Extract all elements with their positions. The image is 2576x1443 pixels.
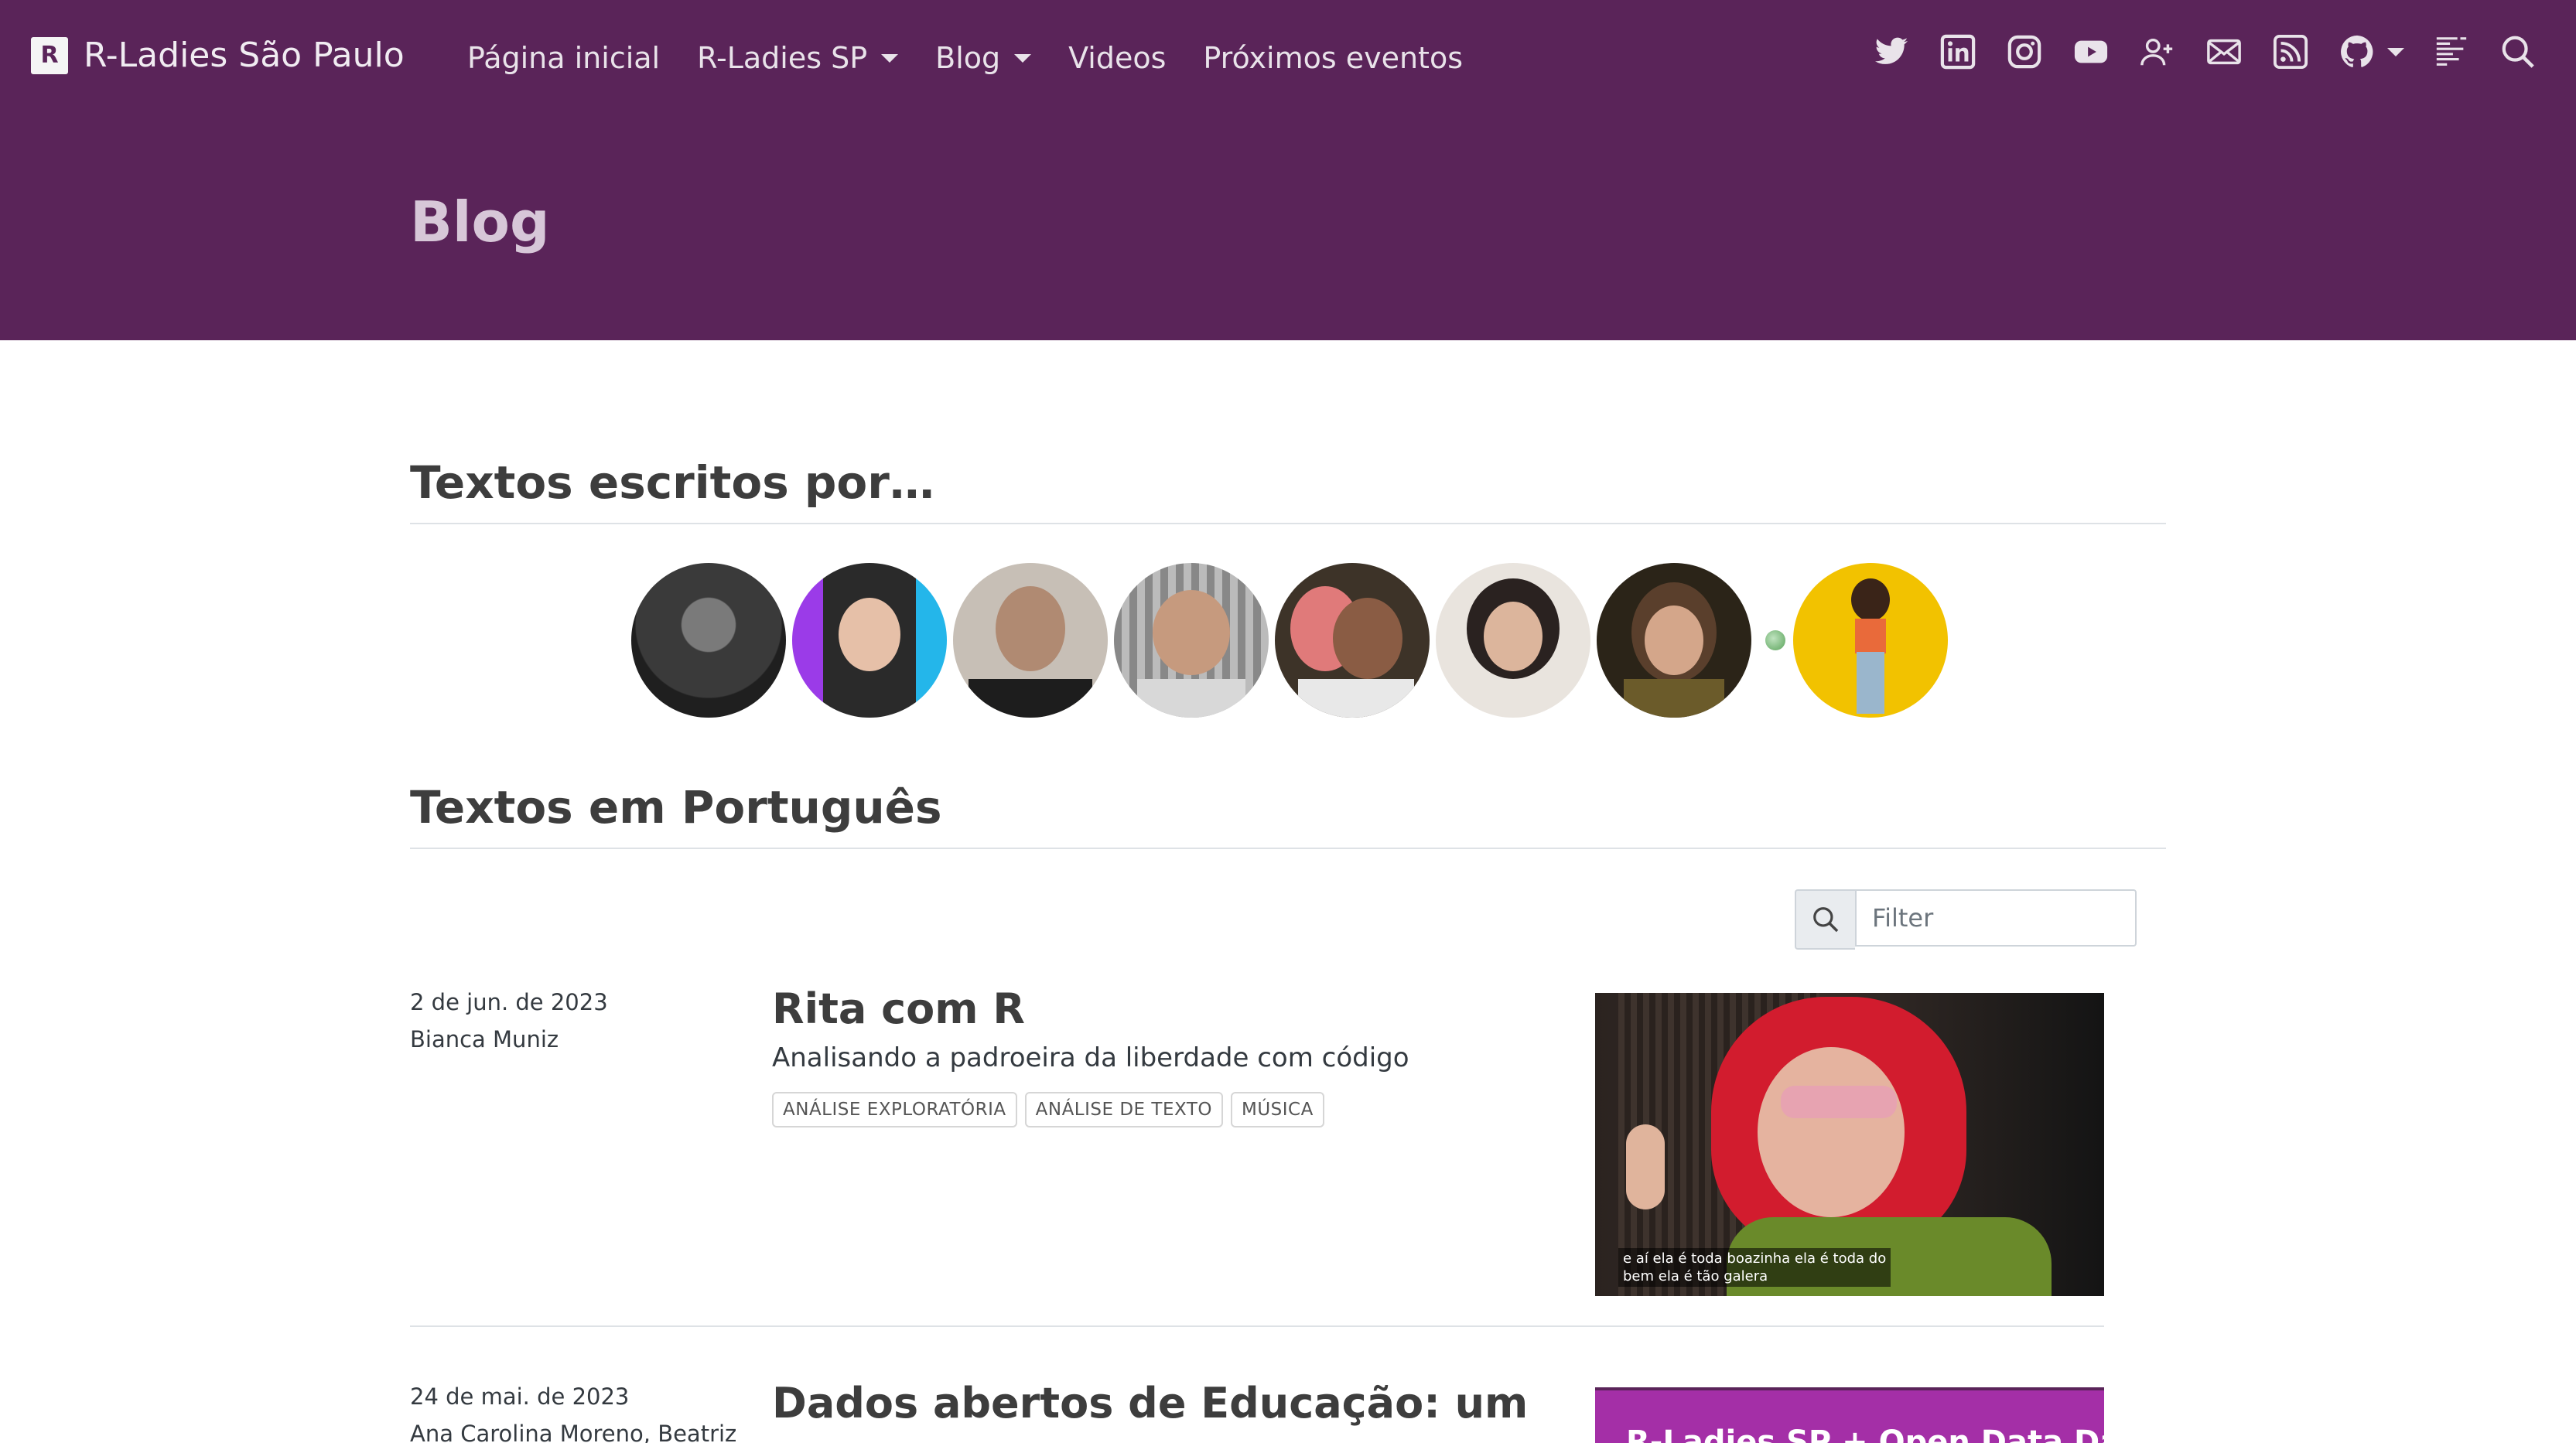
linkedin-icon[interactable] [1939,32,1977,71]
author-avatar[interactable] [1114,563,1269,718]
author-avatar[interactable] [1275,563,1430,718]
post-author: Bianca Muniz [410,1026,559,1052]
brand-link[interactable]: R R-Ladies São Paulo [31,36,405,75]
chevron-down-icon [2387,47,2404,56]
github-icon [2338,32,2376,71]
add-user-icon[interactable] [2138,32,2177,71]
twitter-icon[interactable] [1872,32,1911,71]
post-subtitle: Analisando a padroeira da liberdade com … [772,1042,1409,1073]
author-avatar[interactable] [1793,563,1948,718]
nav-item-label: Blog [935,41,1001,75]
author-avatar[interactable] [953,563,1108,718]
nav-item-label: Página inicial [467,41,661,75]
list-icon[interactable] [2432,32,2471,71]
brand-title: R-Ladies São Paulo [84,36,405,75]
tag-badge[interactable]: ANÁLISE EXPLORATÓRIA [772,1092,1017,1127]
author-avatar[interactable] [1436,563,1590,718]
rss-icon[interactable] [2271,32,2310,71]
author-avatar[interactable] [1597,563,1751,718]
post-divider [410,1325,2104,1327]
filter-box [1795,889,2137,950]
instagram-icon[interactable] [2005,32,2044,71]
nav-menu: Página inicial R-Ladies SP Blog Videos P… [467,0,1500,116]
post-thumbnail[interactable]: R-Ladies SP + Open Data Day [1595,1387,2104,1443]
page-title: Blog [410,189,550,254]
search-icon [1813,907,1839,933]
authors-heading: Textos escritos por… [410,456,2166,524]
mail-icon[interactable] [2205,32,2243,71]
tag-badge[interactable]: ANÁLISE DE TEXTO [1024,1092,1223,1127]
search-icon[interactable] [2499,32,2537,71]
thumb-caption: bem ela é tão galera [1623,1268,1768,1284]
post-meta: 24 de mai. de 2023 Ana Carolina Moreno, … [410,1378,736,1443]
youtube-icon[interactable] [2072,32,2110,71]
nav-item-label: Próximos eventos [1203,41,1463,75]
nav-item-label: Videos [1068,41,1167,75]
author-avatars [631,563,1954,718]
nav-item-label: R-Ladies SP [697,41,868,75]
post-thumbnail[interactable]: e aí ela é toda boazinha ela é toda do b… [1595,993,2104,1296]
filter-search-button[interactable] [1795,889,1855,950]
tag-badge[interactable]: MÚSICA [1230,1092,1324,1127]
author-avatar[interactable] [631,563,786,718]
portuguese-heading: Textos em Português [410,781,2166,849]
post-title[interactable]: Dados abertos de Educação: um [772,1378,1528,1429]
nav-item-rladies-sp[interactable]: R-Ladies SP [697,41,899,75]
post-item[interactable]: 2 de jun. de 2023 Bianca Muniz Rita com … [410,984,2104,1301]
post-meta: 2 de jun. de 2023 Bianca Muniz [410,984,608,1058]
nav-item-videos[interactable]: Videos [1068,41,1166,75]
thumb-caption: e aí ela é toda boazinha ela é toda do [1623,1250,1887,1267]
post-tags: ANÁLISE EXPLORATÓRIA ANÁLISE DE TEXTO MÚ… [772,1092,1332,1127]
thumb-text: R-Ladies SP + Open Data Day [1626,1424,2104,1443]
post-author: Ana Carolina Moreno, Beatriz [410,1421,737,1443]
post-title[interactable]: Rita com R [772,984,1025,1035]
author-avatar-small[interactable] [1765,630,1785,650]
post-date: 24 de mai. de 2023 [410,1383,630,1410]
filter-input[interactable] [1855,889,2137,947]
author-avatar[interactable] [792,563,947,718]
post-item[interactable]: 24 de mai. de 2023 Ana Carolina Moreno, … [410,1378,2104,1443]
rladies-logo: R [31,36,68,74]
nav-item-blog[interactable]: Blog [935,41,1032,75]
nav-item-events[interactable]: Próximos eventos [1203,41,1463,75]
top-navbar: R R-Ladies São Paulo Página inicial R-La… [0,0,2576,116]
nav-item-home[interactable]: Página inicial [467,41,660,75]
title-banner: Blog [0,116,2576,340]
chevron-down-icon [881,53,899,63]
social-icons [1872,32,2565,71]
post-date: 2 de jun. de 2023 [410,989,608,1015]
github-menu[interactable] [2338,32,2404,71]
chevron-down-icon [1014,53,1032,63]
